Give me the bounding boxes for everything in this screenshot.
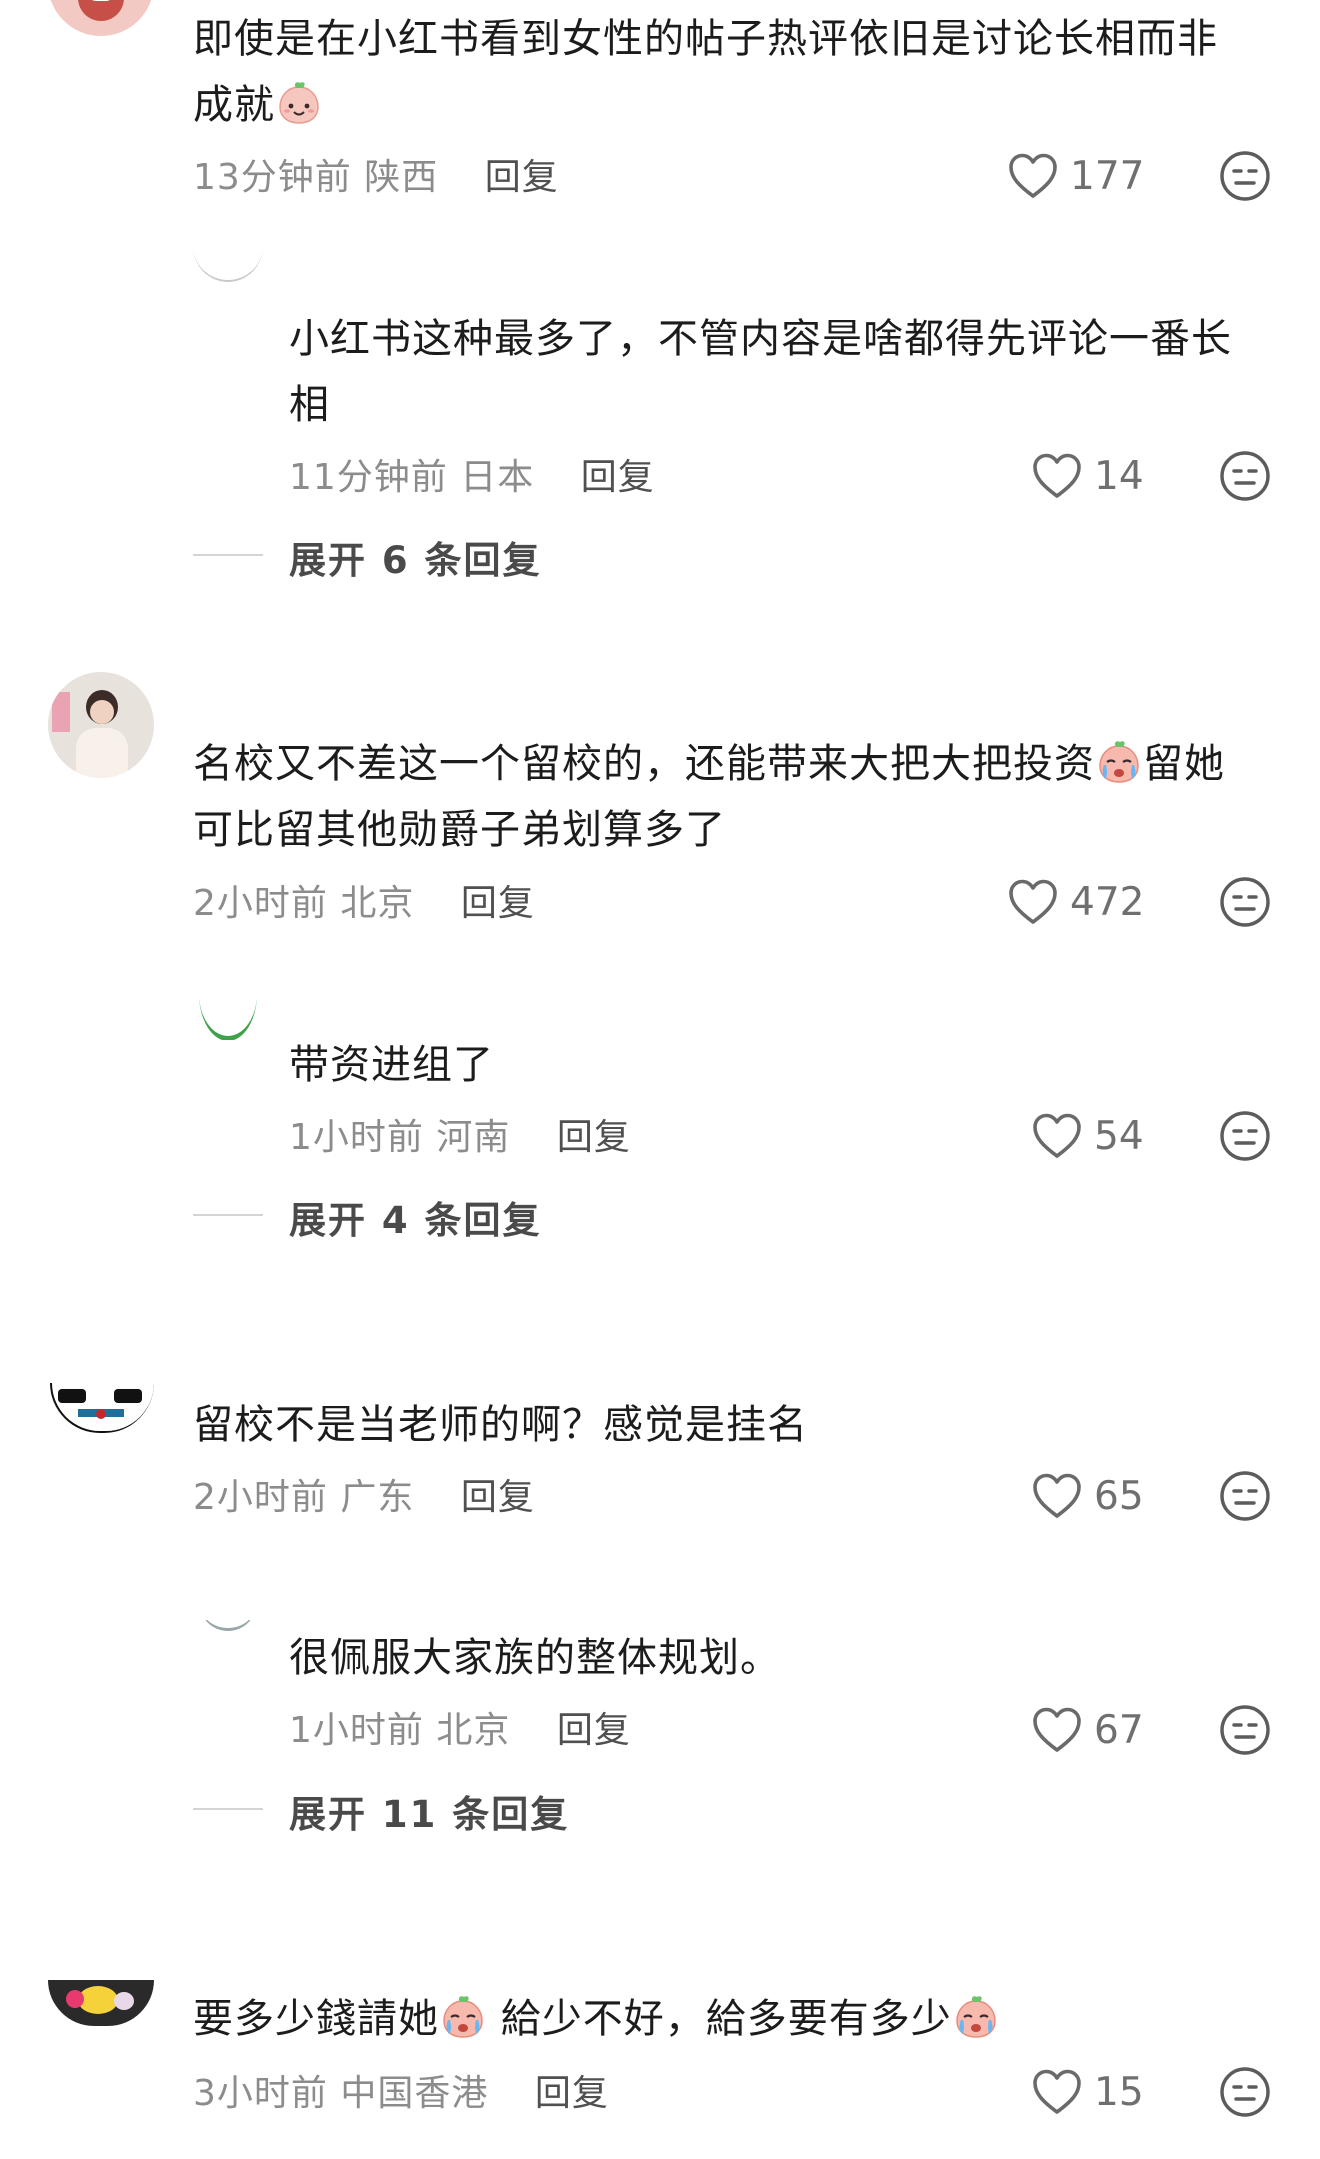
comment-location: 中国香港 bbox=[340, 2073, 489, 2114]
like-button[interactable]: 65 bbox=[1032, 1466, 1144, 1526]
comment-text: 很佩服大家族的整体规划。 bbox=[289, 1635, 781, 1681]
like-count: 15 bbox=[1094, 2069, 1144, 2115]
peach-cry-emoji-icon bbox=[440, 1994, 486, 2040]
reply-button[interactable]: 回复 bbox=[485, 157, 559, 198]
like-count: 54 bbox=[1094, 1113, 1144, 1159]
neutral-face-icon[interactable] bbox=[1219, 876, 1271, 928]
divider bbox=[193, 1808, 263, 1810]
comment-meta: 11分钟前 日本 回复 bbox=[289, 448, 655, 500]
comment-meta: 3小时前 中国香港 回复 bbox=[193, 2064, 609, 2116]
comment-location: 陕西 bbox=[364, 157, 439, 198]
neutral-face-icon[interactable] bbox=[1219, 1704, 1271, 1756]
heart-outline-icon bbox=[1032, 453, 1082, 499]
like-button[interactable]: 472 bbox=[1008, 872, 1144, 932]
avatar[interactable] bbox=[48, 1383, 154, 1433]
avatar[interactable] bbox=[193, 1620, 263, 1632]
comment-time: 1小时前 bbox=[289, 1117, 424, 1158]
comment-location: 北京 bbox=[436, 1710, 511, 1751]
reply-button[interactable]: 回复 bbox=[557, 1117, 631, 1158]
like-count: 67 bbox=[1094, 1707, 1144, 1753]
like-count: 65 bbox=[1094, 1473, 1144, 1519]
reply-button[interactable]: 回复 bbox=[461, 883, 535, 924]
like-button[interactable]: 67 bbox=[1032, 1700, 1144, 1760]
divider bbox=[193, 1214, 263, 1216]
heart-outline-icon bbox=[1032, 1707, 1082, 1753]
like-button[interactable]: 14 bbox=[1032, 446, 1144, 506]
neutral-face-icon[interactable] bbox=[1219, 2066, 1271, 2118]
comment-time: 13分钟前 bbox=[193, 157, 352, 198]
comment-meta: 1小时前 河南 回复 bbox=[289, 1108, 631, 1160]
comment-text: 小红书这种最多了，不管内容是啥都得先评论一番长 相 bbox=[289, 316, 1232, 428]
heart-outline-icon bbox=[1032, 2069, 1082, 2115]
comment-meta: 2小时前 广东 回复 bbox=[193, 1468, 535, 1520]
comment-location: 河南 bbox=[436, 1117, 511, 1158]
heart-outline-icon bbox=[1008, 153, 1058, 199]
like-button[interactable]: 15 bbox=[1032, 2062, 1144, 2122]
neutral-face-icon[interactable] bbox=[1219, 150, 1271, 202]
heart-outline-icon bbox=[1032, 1113, 1082, 1159]
like-button[interactable]: 54 bbox=[1032, 1106, 1144, 1166]
comment-text: 带资进组了 bbox=[289, 1042, 494, 1088]
comment-time: 3小时前 bbox=[193, 2073, 328, 2114]
avatar[interactable] bbox=[193, 250, 263, 310]
comment-location: 北京 bbox=[340, 883, 415, 924]
avatar[interactable] bbox=[193, 1000, 263, 1040]
comment-time: 2小时前 bbox=[193, 883, 328, 924]
comment-text: 名校又不差这一个留校的，还能带来大把大把投资 留她 可比留其他勋爵子弟划算多了 bbox=[193, 739, 1225, 853]
peach-cry-emoji-icon bbox=[953, 1994, 999, 2040]
comment-location: 广东 bbox=[340, 1477, 415, 1518]
reply-button[interactable]: 回复 bbox=[581, 457, 655, 498]
expand-replies-button[interactable]: 展开 11 条回复 bbox=[289, 1784, 569, 1838]
comment-location: 日本 bbox=[460, 457, 535, 498]
expand-replies-button[interactable]: 展开 4 条回复 bbox=[289, 1190, 542, 1244]
avatar[interactable] bbox=[48, 0, 154, 36]
like-count: 472 bbox=[1070, 879, 1145, 925]
comment-meta: 2小时前 北京 回复 bbox=[193, 874, 535, 926]
like-button[interactable]: 177 bbox=[1008, 146, 1144, 206]
comment-meta: 1小时前 北京 回复 bbox=[289, 1701, 631, 1753]
avatar[interactable] bbox=[48, 1980, 154, 2026]
peach-smile-emoji-icon bbox=[276, 80, 322, 126]
avatar[interactable] bbox=[48, 672, 154, 778]
reply-button[interactable]: 回复 bbox=[461, 1477, 535, 1518]
reply-button[interactable]: 回复 bbox=[557, 1710, 631, 1751]
reply-button[interactable]: 回复 bbox=[535, 2073, 609, 2114]
heart-outline-icon bbox=[1032, 1473, 1082, 1519]
divider bbox=[193, 554, 263, 556]
comment-meta: 13分钟前 陕西 回复 bbox=[193, 148, 559, 200]
comment-time: 11分钟前 bbox=[289, 457, 448, 498]
like-count: 14 bbox=[1094, 453, 1144, 499]
neutral-face-icon[interactable] bbox=[1219, 450, 1271, 502]
comment-time: 2小时前 bbox=[193, 1477, 328, 1518]
heart-outline-icon bbox=[1008, 879, 1058, 925]
neutral-face-icon[interactable] bbox=[1219, 1470, 1271, 1522]
like-count: 177 bbox=[1070, 153, 1145, 199]
comment-text: 留校不是当老师的啊？感觉是挂名 bbox=[193, 1402, 808, 1448]
comment-time: 1小时前 bbox=[289, 1710, 424, 1751]
comment-text: 即使是在小红书看到女性的帖子热评依旧是讨论长相而非 成就 bbox=[193, 16, 1218, 128]
peach-cry-emoji-icon bbox=[1096, 739, 1142, 785]
neutral-face-icon[interactable] bbox=[1219, 1110, 1271, 1162]
expand-replies-button[interactable]: 展开 6 条回复 bbox=[289, 530, 542, 584]
comment-text: 要多少錢請她 給少不好，給多要有多少 bbox=[193, 1986, 1253, 2052]
